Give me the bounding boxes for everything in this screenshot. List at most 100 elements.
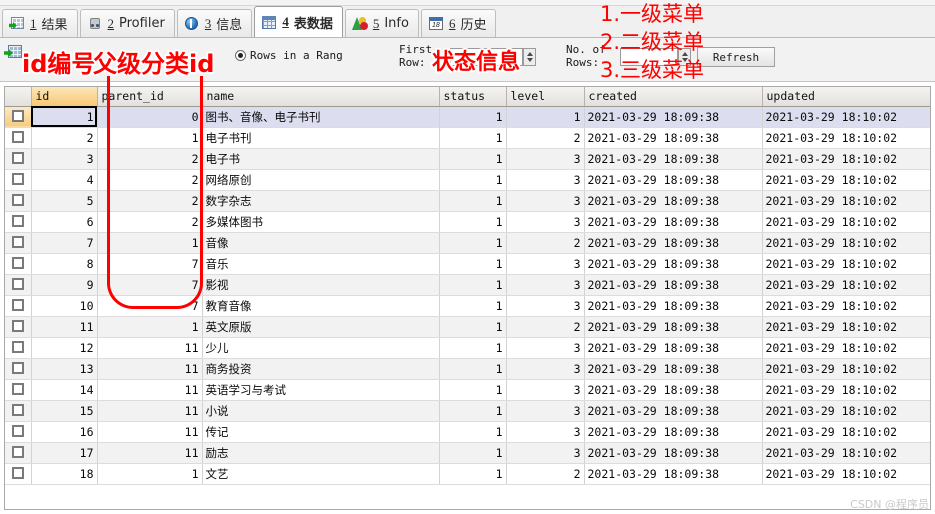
cell-parent_id[interactable]: 1 bbox=[97, 127, 203, 149]
table-row[interactable]: 8 7 音乐 1 3 2021-03-29 18:09:38 2021-03-29 18:1… bbox=[5, 253, 930, 275]
cell-updated[interactable]: 2021-03-29 18:10:02 bbox=[762, 379, 930, 401]
row-checkbox[interactable] bbox=[11, 215, 24, 227]
column-header-id[interactable]: id bbox=[31, 87, 98, 107]
row-checkbox-cell[interactable] bbox=[5, 442, 32, 464]
select-all-header[interactable] bbox=[5, 87, 32, 107]
cell-parent_id[interactable]: 7 bbox=[97, 253, 203, 275]
row-checkbox[interactable] bbox=[11, 110, 24, 122]
row-checkbox[interactable] bbox=[11, 278, 24, 290]
cell-status[interactable]: 1 bbox=[439, 400, 507, 422]
row-checkbox-cell[interactable] bbox=[5, 211, 32, 233]
table-data-grid[interactable]: id parent_id name status level created u… bbox=[4, 86, 931, 510]
cell-level[interactable]: 1 bbox=[506, 106, 585, 128]
cell-updated[interactable]: 2021-03-29 18:10:02 bbox=[762, 253, 930, 275]
cell-created[interactable]: 2021-03-29 18:09:38 bbox=[584, 316, 763, 338]
cell-id[interactable]: 4 bbox=[31, 169, 98, 191]
table-row[interactable]: 13 11 商务投资 1 3 2021-03-29 18:09:38 2021-03-29 … bbox=[5, 358, 930, 380]
row-checkbox[interactable] bbox=[11, 362, 24, 374]
cell-name[interactable]: 英文原版 bbox=[202, 316, 440, 338]
cell-level[interactable]: 3 bbox=[506, 421, 585, 443]
cell-status[interactable]: 1 bbox=[439, 295, 507, 317]
cell-status[interactable]: 1 bbox=[439, 106, 507, 128]
cell-updated[interactable]: 2021-03-29 18:10:02 bbox=[762, 442, 930, 464]
row-checkbox[interactable] bbox=[11, 236, 24, 248]
cell-updated[interactable]: 2021-03-29 18:10:02 bbox=[762, 169, 930, 191]
cell-id[interactable]: 16 bbox=[31, 421, 98, 443]
table-row[interactable]: 12 11 少儿 1 3 2021-03-29 18:09:38 2021-03-29 18… bbox=[5, 337, 930, 359]
cell-created[interactable]: 2021-03-29 18:09:38 bbox=[584, 190, 763, 212]
cell-level[interactable]: 3 bbox=[506, 400, 585, 422]
cell-status[interactable]: 1 bbox=[439, 190, 507, 212]
row-checkbox[interactable] bbox=[11, 299, 24, 311]
row-checkbox-cell[interactable] bbox=[5, 127, 32, 149]
table-row[interactable]: 11 1 英文原版 1 2 2021-03-29 18:09:38 2021-03-29 1… bbox=[5, 316, 930, 338]
table-row[interactable]: 10 7 教育音像 1 3 2021-03-29 18:09:38 2021-03-29 1… bbox=[5, 295, 930, 317]
first-row-spinner[interactable] bbox=[523, 48, 536, 66]
table-row[interactable]: 15 11 小说 1 3 2021-03-29 18:09:38 2021-03-29 18… bbox=[5, 400, 930, 422]
cell-updated[interactable]: 2021-03-29 18:10:02 bbox=[762, 232, 930, 254]
cell-updated[interactable]: 2021-03-29 18:10:02 bbox=[762, 421, 930, 443]
row-checkbox[interactable] bbox=[11, 383, 24, 395]
cell-level[interactable]: 2 bbox=[506, 127, 585, 149]
row-checkbox-cell[interactable] bbox=[5, 379, 32, 401]
row-checkbox[interactable] bbox=[11, 152, 24, 164]
table-row[interactable]: 5 2 数字杂志 1 3 2021-03-29 18:09:38 2021-03-29 18… bbox=[5, 190, 930, 212]
cell-id[interactable]: 10 bbox=[31, 295, 98, 317]
cell-name[interactable]: 音像 bbox=[202, 232, 440, 254]
cell-created[interactable]: 2021-03-29 18:09:38 bbox=[584, 232, 763, 254]
cell-level[interactable]: 3 bbox=[506, 295, 585, 317]
column-header-status[interactable]: status bbox=[439, 87, 507, 107]
row-checkbox-cell[interactable] bbox=[5, 169, 32, 191]
cell-level[interactable]: 2 bbox=[506, 232, 585, 254]
row-checkbox[interactable] bbox=[11, 257, 24, 269]
table-row[interactable]: 2 1 电子书刊 1 2 2021-03-29 18:09:38 2021-03-29 18… bbox=[5, 127, 930, 149]
row-checkbox-cell[interactable] bbox=[5, 463, 32, 485]
cell-name[interactable]: 少儿 bbox=[202, 337, 440, 359]
cell-level[interactable]: 3 bbox=[506, 253, 585, 275]
cell-status[interactable]: 1 bbox=[439, 421, 507, 443]
row-checkbox-cell[interactable] bbox=[5, 337, 32, 359]
cell-level[interactable]: 3 bbox=[506, 337, 585, 359]
cell-created[interactable]: 2021-03-29 18:09:38 bbox=[584, 253, 763, 275]
cell-status[interactable]: 1 bbox=[439, 463, 507, 485]
row-checkbox-cell[interactable] bbox=[5, 274, 32, 296]
cell-created[interactable]: 2021-03-29 18:09:38 bbox=[584, 463, 763, 485]
cell-parent_id[interactable]: 11 bbox=[97, 337, 203, 359]
table-row[interactable]: 17 11 励志 1 3 2021-03-29 18:09:38 2021-03-29 18… bbox=[5, 442, 930, 464]
column-header-parent_id[interactable]: parent_id bbox=[97, 87, 203, 107]
cell-created[interactable]: 2021-03-29 18:09:38 bbox=[584, 358, 763, 380]
cell-name[interactable]: 英语学习与考试 bbox=[202, 379, 440, 401]
cell-updated[interactable]: 2021-03-29 18:10:02 bbox=[762, 463, 930, 485]
row-checkbox-cell[interactable] bbox=[5, 358, 32, 380]
no-of-rows-spinner[interactable] bbox=[678, 48, 691, 66]
row-checkbox-cell[interactable] bbox=[5, 232, 32, 254]
cell-created[interactable]: 2021-03-29 18:09:38 bbox=[584, 421, 763, 443]
row-checkbox[interactable] bbox=[11, 446, 24, 458]
cell-parent_id[interactable]: 2 bbox=[97, 169, 203, 191]
cell-name[interactable]: 音乐 bbox=[202, 253, 440, 275]
cell-id[interactable]: 9 bbox=[31, 274, 98, 296]
cell-parent_id[interactable]: 1 bbox=[97, 463, 203, 485]
tab-table-data[interactable]: 4 表数据 bbox=[254, 6, 343, 37]
cell-created[interactable]: 2021-03-29 18:09:38 bbox=[584, 442, 763, 464]
cell-status[interactable]: 1 bbox=[439, 442, 507, 464]
cell-updated[interactable]: 2021-03-29 18:10:02 bbox=[762, 190, 930, 212]
cell-parent_id[interactable]: 7 bbox=[97, 295, 203, 317]
row-checkbox-cell[interactable] bbox=[5, 190, 32, 212]
cell-id[interactable]: 11 bbox=[31, 316, 98, 338]
cell-name[interactable]: 数字杂志 bbox=[202, 190, 440, 212]
cell-level[interactable]: 3 bbox=[506, 169, 585, 191]
cell-name[interactable]: 励志 bbox=[202, 442, 440, 464]
cell-name[interactable]: 教育音像 bbox=[202, 295, 440, 317]
cell-name[interactable]: 影视 bbox=[202, 274, 440, 296]
table-data-refresh-icon[interactable] bbox=[4, 45, 22, 61]
row-checkbox[interactable] bbox=[11, 467, 24, 479]
cell-status[interactable]: 1 bbox=[439, 253, 507, 275]
cell-id[interactable]: 7 bbox=[31, 232, 98, 254]
row-checkbox-cell[interactable] bbox=[5, 316, 32, 338]
row-checkbox[interactable] bbox=[11, 194, 24, 206]
cell-updated[interactable]: 2021-03-29 18:10:02 bbox=[762, 295, 930, 317]
cell-status[interactable]: 1 bbox=[439, 148, 507, 170]
cell-status[interactable]: 1 bbox=[439, 337, 507, 359]
column-header-name[interactable]: name bbox=[202, 87, 440, 107]
